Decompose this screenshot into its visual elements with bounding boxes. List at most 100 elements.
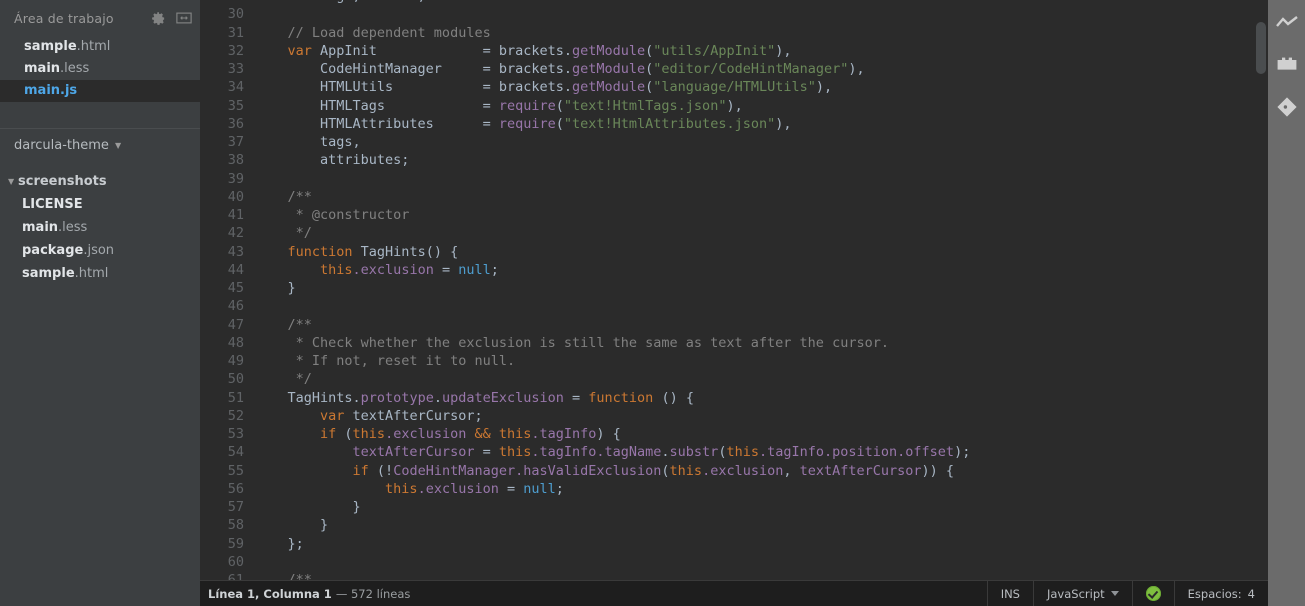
code-token: * @constructor <box>255 207 410 223</box>
code-text: CodeHintManager = brackets.getModule("ed… <box>255 61 865 77</box>
working-set-item-0[interactable]: sample.html <box>0 36 200 58</box>
code-line: 55 if (!CodeHintManager.hasValidExclusio… <box>200 462 1268 480</box>
code-token: (! <box>376 462 394 479</box>
code-token: "utils/AppInit" <box>653 42 776 59</box>
code-token: = <box>433 261 459 278</box>
file-name: sample <box>24 39 77 54</box>
code-token: ), <box>815 79 833 96</box>
code-line: 40 /** <box>200 188 1268 206</box>
diamond-gem-icon[interactable] <box>1274 94 1300 120</box>
tree-file-package-json[interactable]: package.json <box>0 239 200 262</box>
code-lines: 29 tags, offset;3031 // Load dependent m… <box>200 0 1268 580</box>
indent-settings[interactable]: Espacios: 4 <box>1173 581 1268 606</box>
code-token: ; <box>490 261 499 278</box>
code-text: /** <box>255 189 312 205</box>
code-text: if (this.exclusion && this.tagInfo) { <box>255 426 621 442</box>
code-token: if <box>255 462 377 479</box>
code-text: }; <box>255 536 304 552</box>
code-editor[interactable]: 29 tags, offset;3031 // Load dependent m… <box>200 0 1268 580</box>
code-text: HTMLUtils = brackets.getModule("language… <box>255 79 832 95</box>
code-token: getModule <box>572 79 646 96</box>
code-token: "language/HTMLUtils" <box>653 79 816 96</box>
tree-file-main-less[interactable]: main.less <box>0 216 200 239</box>
split-view-icon[interactable] <box>176 11 192 25</box>
code-text: function TagHints() { <box>255 243 459 260</box>
code-token: this <box>255 261 353 278</box>
file-name: sample <box>22 266 75 281</box>
working-set-item-2[interactable]: main.js <box>0 80 200 102</box>
code-token: textAfterCursor; <box>352 407 483 424</box>
code-line: 32 var AppInit = brackets.getModule("uti… <box>200 42 1268 60</box>
code-text: textAfterCursor = this.tagInfo.tagName.s… <box>255 444 971 461</box>
code-token: ), <box>775 42 792 59</box>
file-name: package <box>22 243 84 258</box>
code-line: 45 } <box>200 279 1268 297</box>
file-ext: .html <box>74 266 109 281</box>
line-number: 48 <box>227 334 244 351</box>
line-number: 45 <box>227 280 244 296</box>
code-token: ; <box>555 480 564 497</box>
line-number: 61 <box>227 572 244 580</box>
insert-mode-button[interactable]: INS <box>986 581 1033 606</box>
file-name: main <box>24 61 61 76</box>
folder-label: screenshots <box>18 174 107 189</box>
line-number: 31 <box>227 24 244 41</box>
line-number: 53 <box>227 426 244 442</box>
tree-file-license[interactable]: LICENSE <box>0 193 200 216</box>
chevron-down-icon <box>1110 591 1119 596</box>
code-token: }; <box>255 535 304 552</box>
file-name: main <box>22 220 59 235</box>
code-token: brackets. <box>498 42 572 59</box>
code-token: } <box>255 499 361 515</box>
vertical-scrollbar[interactable] <box>1254 0 1268 580</box>
code-token: this <box>352 426 386 442</box>
extension-manager-toolbox-icon[interactable] <box>1274 52 1300 78</box>
code-token: TagHints() { <box>360 243 459 260</box>
code-token: . <box>661 444 670 461</box>
working-set-spacer <box>0 102 200 124</box>
code-line: 58 } <box>200 516 1268 534</box>
code-text: if (!CodeHintManager.hasValidExclusion(t… <box>255 462 955 479</box>
line-number: 57 <box>227 499 244 515</box>
code-token: ), <box>726 97 743 114</box>
tree-file-sample-html[interactable]: sample.html <box>0 262 200 285</box>
code-token: . <box>433 389 442 406</box>
live-preview-lightning-icon[interactable] <box>1274 10 1300 36</box>
code-token: HTMLTags = <box>255 97 499 114</box>
code-token: this <box>255 480 418 497</box>
code-token: this <box>498 444 532 461</box>
cursor-position-group[interactable]: Línea 1, Columna 1 — 572 líneas <box>200 581 987 606</box>
code-line: 44 this.exclusion = null; <box>200 261 1268 279</box>
tree-folder-screenshots[interactable]: ▼ screenshots <box>0 170 200 193</box>
triangle-down-icon: ▼ <box>8 177 15 186</box>
code-token: ) { <box>596 426 621 442</box>
code-token: brackets. <box>498 61 572 77</box>
code-line: 60 <box>200 553 1268 571</box>
code-token: this <box>498 426 532 442</box>
code-line: 51 TagHints.prototype.updateExclusion = … <box>200 389 1268 407</box>
line-number: 54 <box>227 444 244 461</box>
code-token: ( <box>555 115 564 132</box>
working-set-item-1[interactable]: main.less <box>0 58 200 80</box>
code-token: TagHints. <box>255 389 361 406</box>
code-token: require <box>498 97 556 114</box>
code-token: if <box>255 426 345 442</box>
code-token: )) { <box>921 462 955 479</box>
code-line: 53 if (this.exclusion && this.tagInfo) { <box>200 425 1268 443</box>
language-selector[interactable]: JavaScript <box>1032 581 1132 606</box>
code-token: () { <box>653 389 694 406</box>
code-token: ( <box>555 97 564 114</box>
code-token: .exclusion <box>417 480 499 497</box>
scrollbar-thumb[interactable] <box>1256 22 1266 74</box>
code-text: var textAfterCursor; <box>255 408 483 424</box>
gear-icon[interactable] <box>151 11 166 26</box>
code-token: && <box>466 426 499 442</box>
code-line: 41 * @constructor <box>200 206 1268 224</box>
code-token: = <box>474 444 499 461</box>
line-number: 42 <box>227 225 244 242</box>
line-number: 32 <box>227 42 244 59</box>
project-dropdown[interactable]: darcula-theme ▼ <box>0 128 200 162</box>
code-token: .exclusion <box>702 462 784 479</box>
code-token: tags, <box>255 134 361 150</box>
lint-status[interactable] <box>1131 581 1174 606</box>
